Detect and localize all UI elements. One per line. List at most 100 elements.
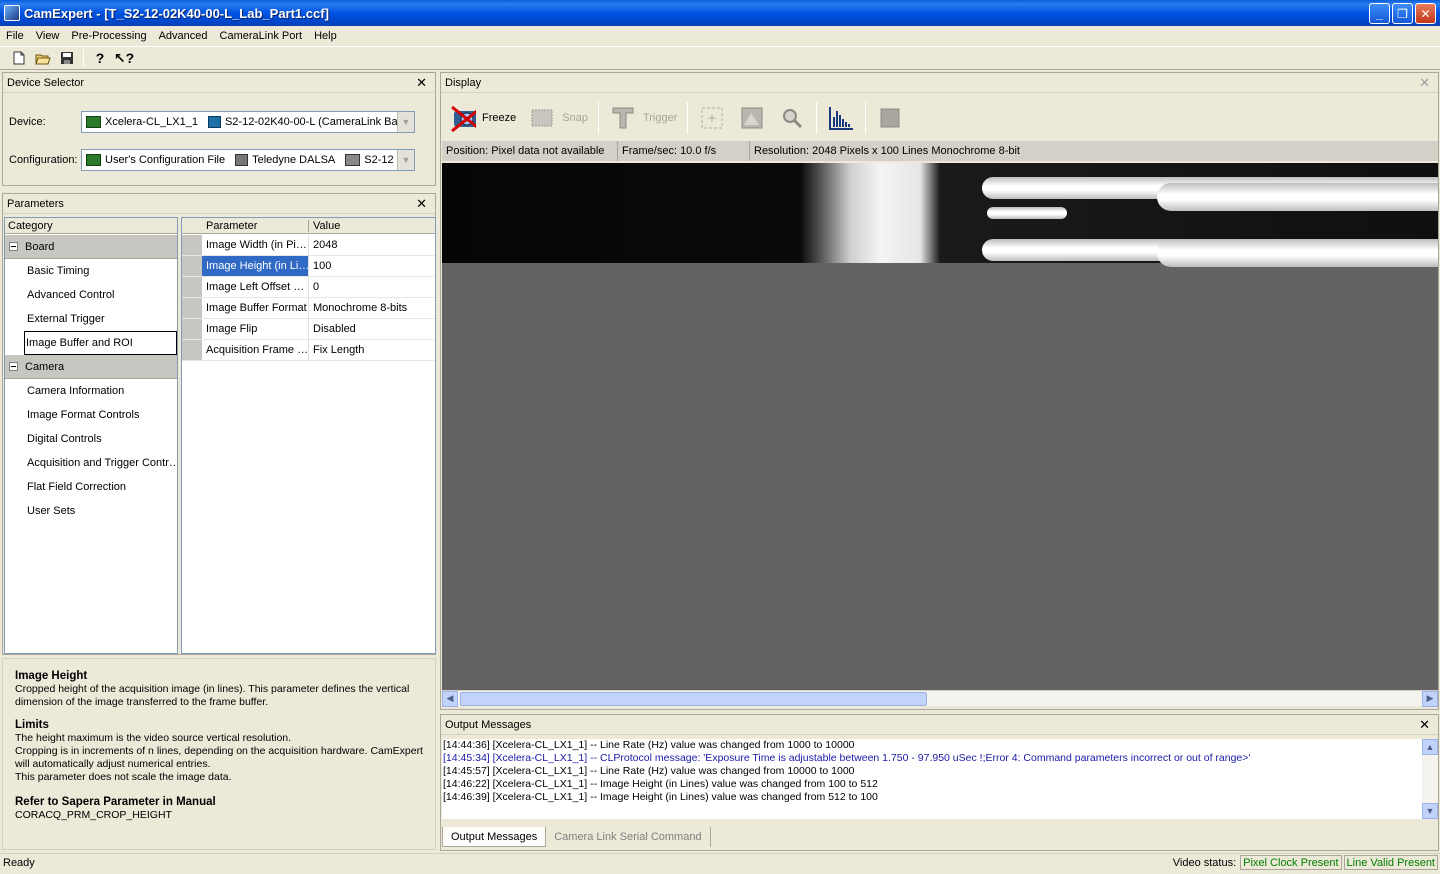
category-item-selected[interactable]: Image Buffer and ROI xyxy=(24,331,177,355)
help-limits-line: The height maximum is the video source v… xyxy=(15,732,292,744)
scrollbar-thumb[interactable] xyxy=(460,692,927,706)
menu-file[interactable]: File xyxy=(0,30,30,42)
parameter-grid: Parameter Value Image Width (in Pi… 2048… xyxy=(181,217,436,654)
help-limits-title: Limits xyxy=(15,719,49,731)
menu-cameralink-port[interactable]: CameraLink Port xyxy=(214,30,309,42)
tab-camera-link-serial-command[interactable]: Camera Link Serial Command xyxy=(546,827,711,847)
overlay-icon xyxy=(738,104,766,132)
chevron-down-icon[interactable]: ▼ xyxy=(397,150,414,170)
freeze-button[interactable]: Freeze xyxy=(442,100,522,136)
open-folder-icon[interactable] xyxy=(32,48,54,68)
video-status-label: Video status: xyxy=(1172,856,1237,869)
window-title: CamExpert - [T_S2-12-02K40-00-L_Lab_Part… xyxy=(24,5,329,21)
stop-icon xyxy=(876,104,904,132)
scroll-up-icon[interactable]: ▲ xyxy=(1422,739,1438,755)
config-file-name: User's Configuration File xyxy=(105,154,226,166)
config-model-segment: S2-12 xyxy=(341,154,399,166)
device-camera-segment: S2-12-02K40-00-L (CameraLink Ba xyxy=(204,116,404,128)
parameter-row[interactable]: Image Flip Disabled xyxy=(182,319,435,340)
resolution-readout: Resolution: 2048 Pixels x 100 Lines Mono… xyxy=(754,145,1020,157)
menu-pre-processing[interactable]: Pre-Processing xyxy=(65,30,152,42)
parameter-value[interactable]: Fix Length xyxy=(309,340,435,360)
collapse-icon[interactable] xyxy=(9,242,18,251)
category-item[interactable]: External Trigger xyxy=(5,307,177,331)
histogram-button[interactable] xyxy=(821,100,861,136)
category-item[interactable]: Image Format Controls xyxy=(5,403,177,427)
device-board-segment: Xcelera-CL_LX1_1 xyxy=(82,116,204,128)
horizontal-scrollbar[interactable]: ◀ ▶ xyxy=(442,690,1438,707)
overlay-button[interactable] xyxy=(732,100,772,136)
parameter-value[interactable]: Disabled xyxy=(309,319,435,339)
help-icon[interactable]: ? xyxy=(89,48,111,68)
display-status-strip: Position: Pixel data not available Frame… xyxy=(442,141,1438,161)
log-line: [14:45:57] [Xcelera-CL_LX1_1] -- Line Ra… xyxy=(443,765,855,777)
minimize-button[interactable]: _ xyxy=(1369,3,1390,24)
trigger-button[interactable]: Trigger xyxy=(603,100,683,136)
category-item[interactable]: Camera Information xyxy=(5,379,177,403)
category-group-board[interactable]: Board xyxy=(5,235,177,259)
line-valid-status: Line Valid Present xyxy=(1343,855,1438,870)
category-item[interactable]: Basic Timing xyxy=(5,259,177,283)
snap-label: Snap xyxy=(562,112,588,124)
category-group-camera[interactable]: Camera xyxy=(5,355,177,379)
parameter-row[interactable]: Image Buffer Format Monochrome 8-bits xyxy=(182,298,435,319)
parameters-panel: Parameters ✕ Category Board Basic Timing… xyxy=(2,193,436,655)
help-reference-value: CORACQ_PRM_CROP_HEIGHT xyxy=(15,809,172,821)
fit-to-window-button[interactable] xyxy=(692,100,732,136)
scroll-down-icon[interactable]: ▼ xyxy=(1422,803,1438,819)
close-icon[interactable]: ✕ xyxy=(1419,718,1430,731)
parameter-row-selected[interactable]: Image Height (in Li… 100 xyxy=(182,256,435,277)
configuration-combo[interactable]: User's Configuration File Teledyne DALSA… xyxy=(81,149,415,171)
display-toolbar: Freeze Snap Trigger xyxy=(442,98,910,138)
context-help-icon[interactable]: ↖? xyxy=(113,48,135,68)
config-vendor-segment: Teledyne DALSA xyxy=(231,154,341,166)
collapse-icon[interactable] xyxy=(9,362,18,371)
parameter-value[interactable]: 100 xyxy=(309,256,435,276)
category-item[interactable]: Advanced Control xyxy=(5,283,177,307)
parameter-row[interactable]: Acquisition Frame … Fix Length xyxy=(182,340,435,361)
parameter-value[interactable]: 2048 xyxy=(309,235,435,255)
help-description: Cropped height of the acquisition image … xyxy=(15,683,410,708)
output-vertical-scrollbar[interactable]: ▲ ▼ xyxy=(1422,739,1438,819)
parameter-value[interactable]: Monochrome 8-bits xyxy=(309,298,435,318)
close-icon[interactable]: ✕ xyxy=(416,76,427,89)
close-icon[interactable]: ✕ xyxy=(416,197,427,210)
parameter-value[interactable]: 0 xyxy=(309,277,435,297)
chevron-down-icon[interactable]: ▼ xyxy=(397,112,414,132)
stop-button[interactable] xyxy=(870,100,910,136)
new-file-icon[interactable] xyxy=(8,48,30,68)
title-bar: CamExpert - [T_S2-12-02K40-00-L_Lab_Part… xyxy=(0,0,1440,26)
image-viewport[interactable] xyxy=(442,163,1438,690)
tab-output-messages[interactable]: Output Messages xyxy=(442,827,547,847)
parameter-row[interactable]: Image Width (in Pi… 2048 xyxy=(182,235,435,256)
parameter-row[interactable]: Image Left Offset … 0 xyxy=(182,277,435,298)
restore-button[interactable]: ❐ xyxy=(1392,3,1413,24)
snap-button[interactable]: Snap xyxy=(522,100,594,136)
scroll-left-icon[interactable]: ◀ xyxy=(442,690,458,707)
freeze-camera-icon xyxy=(448,104,476,133)
device-combo[interactable]: Xcelera-CL_LX1_1 S2-12-02K40-00-L (Camer… xyxy=(81,111,415,133)
zoom-icon xyxy=(778,104,806,132)
save-icon[interactable] xyxy=(56,48,78,68)
help-limits-line: This parameter does not scale the image … xyxy=(15,771,232,783)
menu-help[interactable]: Help xyxy=(308,30,343,42)
close-button[interactable]: ✕ xyxy=(1415,3,1436,24)
device-camera-name: S2-12-02K40-00-L (CameraLink Ba xyxy=(224,116,398,128)
menu-advanced[interactable]: Advanced xyxy=(153,30,214,42)
zoom-button[interactable] xyxy=(772,100,812,136)
value-column-header: Value xyxy=(313,219,341,232)
main-toolbar: ? ↖? xyxy=(0,46,1440,70)
category-item[interactable]: Acquisition and Trigger Contr… xyxy=(5,451,177,475)
category-item[interactable]: Flat Field Correction xyxy=(5,475,177,499)
close-icon[interactable]: ✕ xyxy=(1419,76,1430,89)
scroll-right-icon[interactable]: ▶ xyxy=(1422,690,1438,707)
menu-view[interactable]: View xyxy=(30,30,66,42)
config-row: Configuration: User's Configuration File… xyxy=(9,149,415,171)
display-header: Display ✕ xyxy=(441,73,1438,93)
category-item[interactable]: User Sets xyxy=(5,499,177,523)
log-line: [14:46:39] [Xcelera-CL_LX1_1] -- Image H… xyxy=(443,791,878,803)
output-log: [14:44:36] [Xcelera-CL_LX1_1] -- Line Ra… xyxy=(442,739,1422,819)
histogram-icon xyxy=(827,104,855,132)
category-item[interactable]: Digital Controls xyxy=(5,427,177,451)
parameters-header: Parameters ✕ xyxy=(3,194,435,214)
